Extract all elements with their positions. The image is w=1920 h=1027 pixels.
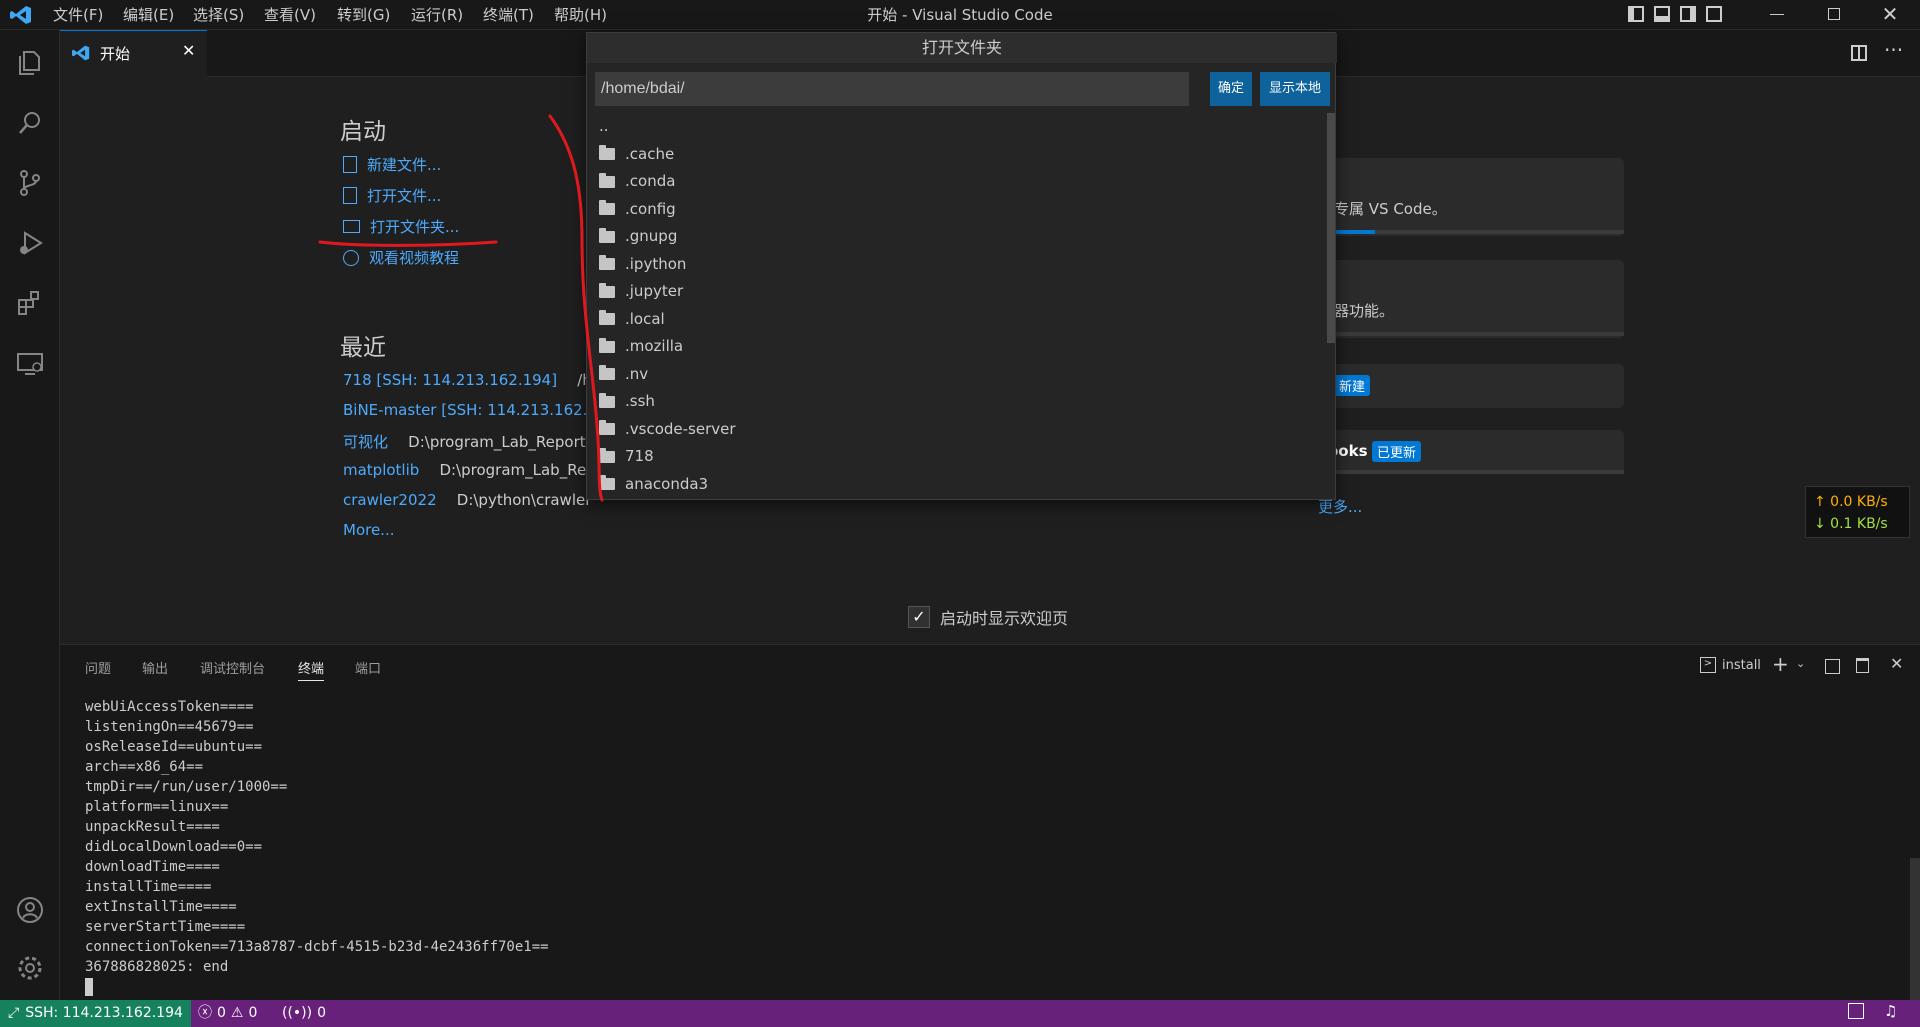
- red-annotation: [318, 114, 604, 502]
